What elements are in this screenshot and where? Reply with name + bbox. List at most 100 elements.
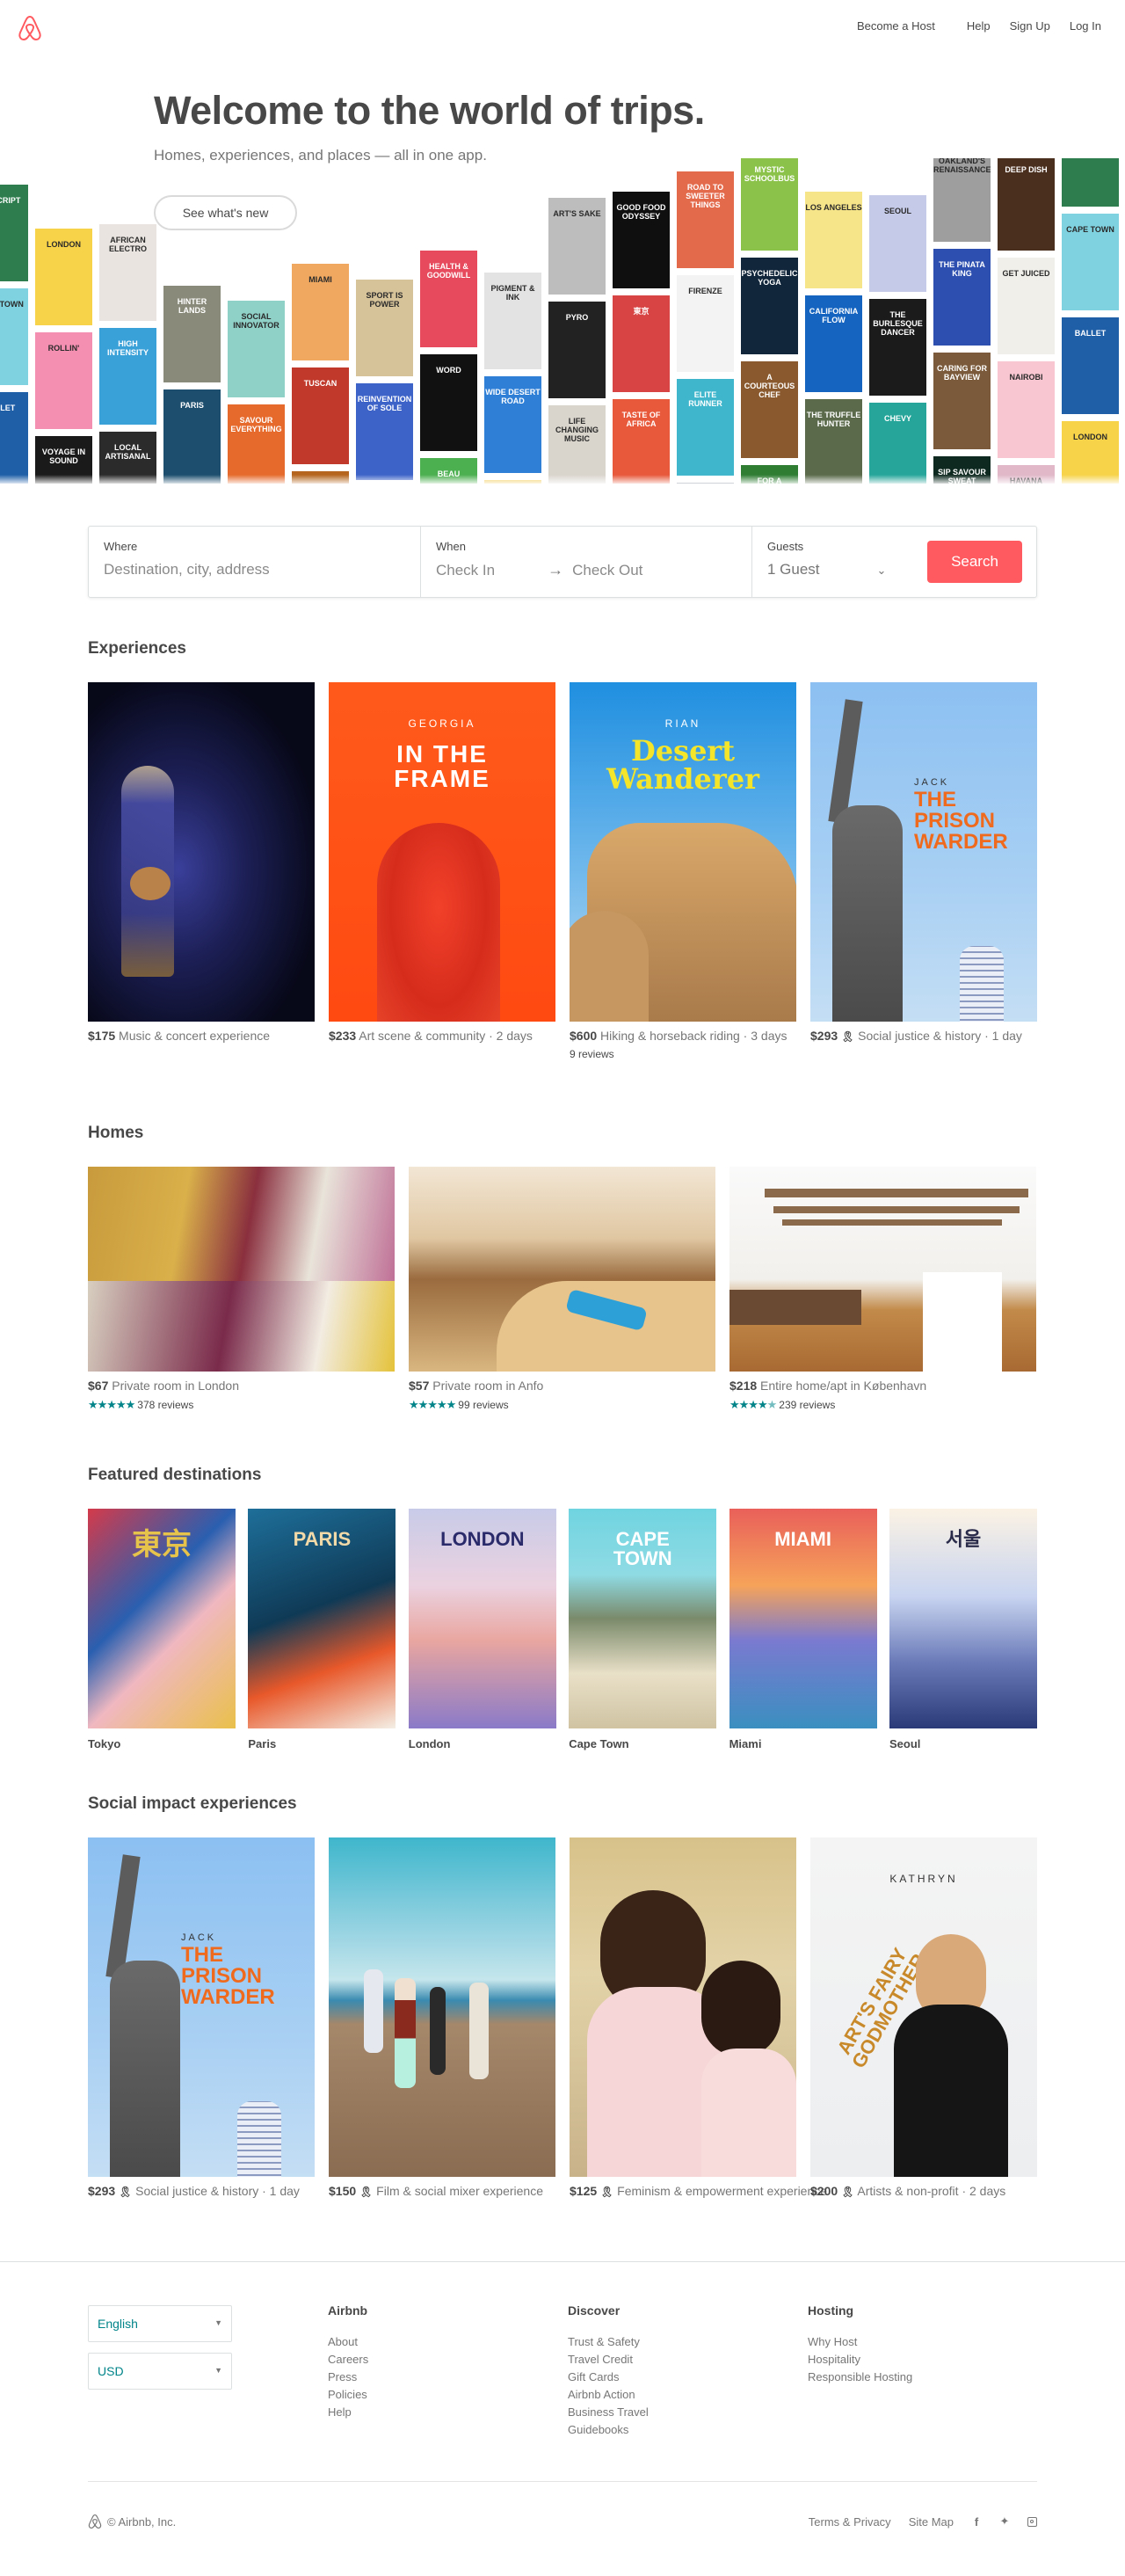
poster-title: THE PRISON WARDER [181,1943,275,2009]
become-host-link[interactable]: Become a Host [847,19,945,33]
collage-poster: Chevy [869,403,926,484]
description: Film & social mixer experience [376,2184,544,2198]
footer-link-why-host[interactable]: Why Host [808,2333,912,2351]
home-image[interactable] [409,1167,715,1372]
log-in-link[interactable]: Log In [1060,19,1111,33]
experience-image[interactable]: JACK THE PRISON WARDER [810,682,1037,1022]
terms-privacy-link[interactable]: Terms & Privacy [809,2515,891,2529]
social-card[interactable]: $150 🎗︎ Film & social mixer experience [329,1837,555,2201]
destination-poster-title: 서울 [945,1528,982,1550]
airbnb-logo-icon [88,2514,102,2529]
collage-poster: Up Script [0,185,28,281]
language-value: English [98,2317,138,2331]
collage-poster: Cape Town [1062,214,1119,310]
destinations-heading: Featured destinations [88,1466,262,1484]
experience-image[interactable]: RIAN Desert Wanderer [570,682,796,1022]
footer-link-policies[interactable]: Policies [328,2386,368,2404]
destination-poster[interactable]: PARIS [248,1509,396,1728]
destination-card[interactable]: MIAMI Miami [729,1509,877,1750]
footer-link-gift-cards[interactable]: Gift Cards [568,2369,649,2386]
top-nav: Become a Host Help Sign Up Log In [847,19,1111,33]
price: $293 [88,2184,116,2198]
collage-poster: London [35,229,92,325]
help-link[interactable]: Help [957,19,1000,33]
destination-card[interactable]: PARIS Paris [248,1509,396,1750]
sign-up-link[interactable]: Sign Up [1000,19,1060,33]
footer-link-press[interactable]: Press [328,2369,368,2386]
currency-value: USD [98,2364,124,2378]
where-label: Where [104,540,138,553]
destination-poster[interactable]: MIAMI [729,1509,877,1728]
footer-link-airbnb-action[interactable]: Airbnb Action [568,2386,649,2404]
experience-card[interactable]: JACK THE PRISON WARDER $293 🎗︎ Social ju… [810,682,1037,1045]
destination-poster[interactable]: LONDON [408,1509,556,1728]
footer-link-trust-safety[interactable]: Trust & Safety [568,2333,649,2351]
experience-card[interactable]: GEORGIA IN THE FRAME $233 Art scene & co… [329,682,555,1044]
destination-poster[interactable]: 東京 [88,1509,236,1728]
social-card[interactable]: JACK THE PRISON WARDER $293 🎗︎ Social ju… [88,1837,315,2201]
destination-card[interactable]: 東京 Tokyo [88,1509,236,1750]
currency-select[interactable]: USD ▼ [88,2353,232,2390]
footer-link-responsible-hosting[interactable]: Responsible Hosting [808,2369,912,2386]
destination-poster[interactable]: 서울 [889,1509,1037,1728]
collage-poster: Social Innovator [228,301,285,397]
footer-column-title: Hosting [808,2303,854,2318]
home-card[interactable]: $218 Entire home/apt in København ★★★★★ 2… [729,1167,1036,1412]
poster-host-name: JACK [181,1932,217,1943]
social-image[interactable] [329,1837,555,2177]
destination-card[interactable]: CAPE TOWN Cape Town [569,1509,717,1750]
search-button[interactable]: Search [927,541,1022,583]
airbnb-logo-icon[interactable] [18,15,42,41]
site-map-link[interactable]: Site Map [909,2515,954,2529]
home-card[interactable]: $67 Private room in London ★★★★★ 378 revi… [88,1167,395,1412]
facebook-icon[interactable]: f [971,2515,982,2529]
collage-poster: Wide Desert Road [484,376,541,473]
experience-image[interactable]: GEORGIA IN THE FRAME [329,682,555,1022]
experience-card[interactable]: RIAN Desert Wanderer $600 Hiking & horse… [570,682,796,1060]
footer-link-about[interactable]: About [328,2333,368,2351]
social-image[interactable] [570,1837,796,2177]
home-card[interactable]: $57 Private room in Anfo ★★★★★ 99 reviews [409,1167,715,1412]
language-select[interactable]: English ▼ [88,2305,232,2342]
collage-poster: Deep Dish [998,158,1055,251]
social-image[interactable]: JACK THE PRISON WARDER [88,1837,315,2177]
description: Private room in Anfo [432,1379,544,1393]
social-card[interactable]: KATHRYN ART'S FAIRY GODMOTHER $200 🎗︎ Ar… [810,1837,1037,2201]
collage-poster: Health & Goodwill [420,251,477,347]
footer-link-careers[interactable]: Careers [328,2351,368,2369]
price: $600 [570,1029,598,1043]
footer-link-hospitality[interactable]: Hospitality [808,2351,912,2369]
footer-link-help[interactable]: Help [328,2404,368,2421]
price: $200 [810,2184,838,2198]
footer-link-guidebooks[interactable]: Guidebooks [568,2421,649,2439]
destination-name: Miami [729,1737,762,1750]
star-rating-icon: ★★★★★ [409,1398,456,1411]
experience-image[interactable] [88,682,315,1022]
twitter-icon[interactable]: ✦ [999,2514,1010,2529]
destination-card[interactable]: 서울 Seoul [889,1509,1037,1750]
footer-column-airbnb: Airbnb About Careers Press Policies Help [328,2303,368,2421]
collage-poster: Rollin' [35,332,92,429]
home-image[interactable] [729,1167,1036,1372]
where-input[interactable] [104,561,367,579]
check-out-input[interactable]: Check Out [572,562,642,579]
footer-link-travel-credit[interactable]: Travel Credit [568,2351,649,2369]
home-image[interactable] [88,1167,395,1372]
destination-poster-title: 東京 [132,1528,192,1561]
price: $125 [570,2184,598,2198]
collage-fade [0,475,1125,485]
poster-host-name: RIAN [664,717,701,730]
collage-poster: Pyro [548,302,606,398]
social-image[interactable]: KATHRYN ART'S FAIRY GODMOTHER [810,1837,1037,2177]
footer-link-business-travel[interactable]: Business Travel [568,2404,649,2421]
collage-poster: Taste of Africa [613,399,670,484]
check-in-input[interactable]: Check In [436,562,495,579]
collage-poster: Miami [292,264,349,360]
instagram-icon[interactable] [1027,2516,1037,2527]
experience-card[interactable]: $175 Music & concert experience [88,682,315,1044]
destination-card[interactable]: LONDON London [408,1509,556,1750]
star-rating-icon: ★★★★★ [729,1398,777,1411]
destination-poster[interactable]: CAPE TOWN [569,1509,717,1728]
poster-collage: Up ScriptCape TownBalletLondonRollin'Voy… [0,158,1125,484]
social-card[interactable]: $125 🎗︎ Feminism & empowerment experienc… [570,1837,827,2201]
